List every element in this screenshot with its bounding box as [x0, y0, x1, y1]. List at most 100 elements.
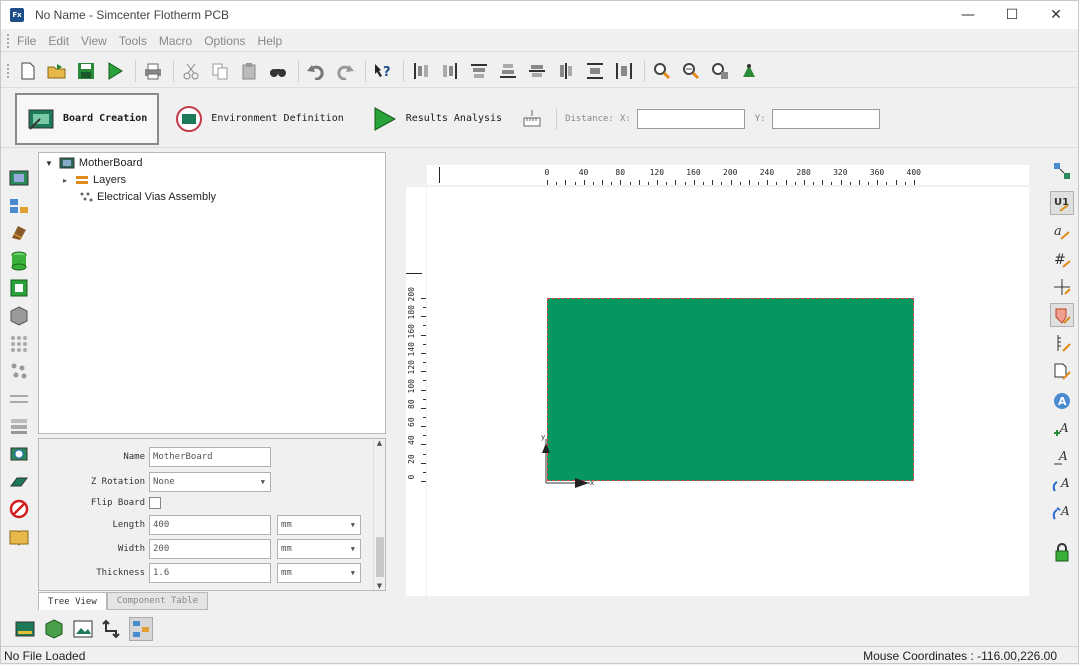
zoom-fit-icon[interactable]	[709, 60, 731, 82]
zoom-out-icon[interactable]	[680, 60, 702, 82]
text-edit-icon[interactable]: a	[1050, 219, 1074, 243]
tab-component-table[interactable]: Component Table	[106, 592, 209, 610]
minimize-button[interactable]: —	[946, 1, 990, 29]
bga-array-icon[interactable]	[8, 333, 30, 355]
menu-tools[interactable]: Tools	[119, 34, 147, 48]
distance-y-input[interactable]	[771, 108, 880, 129]
image-view-icon[interactable]	[71, 617, 95, 641]
lock-icon[interactable]	[1050, 541, 1074, 565]
hierarchy-icon[interactable]	[129, 617, 153, 641]
width-unit-select[interactable]: mm ▼	[277, 539, 361, 559]
fan-board-icon[interactable]	[8, 443, 30, 465]
distance-x-input[interactable]	[636, 108, 745, 129]
run-icon[interactable]	[104, 60, 126, 82]
text-expand-icon[interactable]: A	[1050, 389, 1074, 413]
board-view-icon[interactable]	[13, 617, 37, 641]
center-vertical-icon[interactable]	[526, 60, 548, 82]
menu-file[interactable]: File	[17, 34, 36, 48]
origin-icon[interactable]	[738, 60, 760, 82]
menu-macro[interactable]: Macro	[159, 34, 192, 48]
scroll-up-icon[interactable]: ▲	[374, 439, 385, 447]
new-file-icon[interactable]	[17, 60, 39, 82]
scroll-thumb[interactable]	[376, 537, 384, 577]
length-unit-select[interactable]: mm ▼	[277, 515, 361, 535]
open-folder-icon[interactable]	[46, 60, 68, 82]
find-icon[interactable]	[267, 60, 289, 82]
name-field[interactable]: MotherBoard	[149, 447, 271, 467]
help-icon[interactable]: ?	[372, 60, 394, 82]
distribute-vertical-icon[interactable]	[584, 60, 606, 82]
board-icon[interactable]	[8, 167, 30, 189]
results-analysis-button[interactable]: Results Analysis	[360, 94, 512, 144]
package-icon[interactable]	[8, 305, 30, 327]
align-top-icon[interactable]	[468, 60, 490, 82]
width-field[interactable]: 200	[149, 539, 271, 559]
board-creation-button[interactable]: Board Creation	[15, 92, 160, 145]
ruler-tick-label: 100	[407, 378, 416, 393]
environment-definition-button[interactable]: Environment Definition	[165, 94, 353, 144]
chevron-down-icon: ▼	[350, 569, 355, 577]
copy-icon[interactable]	[209, 60, 231, 82]
collapsed-arrow-icon[interactable]: ▸	[63, 176, 67, 185]
layer-icon[interactable]	[8, 415, 30, 437]
measure-icon[interactable]	[518, 105, 546, 133]
align-left-icon[interactable]	[410, 60, 432, 82]
ruler-tick-label: 80	[615, 168, 626, 177]
rotation-select[interactable]: None ▼	[149, 472, 271, 492]
redo-icon[interactable]	[334, 60, 356, 82]
menu-help[interactable]: Help	[258, 34, 283, 48]
text-rotate-left-icon[interactable]: A	[1050, 473, 1074, 497]
heatsink-icon[interactable]	[8, 222, 30, 244]
properties-scrollbar[interactable]: ▲ ▼	[373, 439, 385, 590]
thermal-source-icon[interactable]	[1050, 303, 1074, 327]
scroll-down-icon[interactable]: ▼	[374, 582, 385, 590]
cut-icon[interactable]	[180, 60, 202, 82]
library-book-icon[interactable]	[8, 526, 30, 548]
pcb-board[interactable]	[547, 298, 914, 481]
tree-node-motherboard[interactable]: ▼ MotherBoard	[45, 155, 143, 171]
distribute-horizontal-icon[interactable]	[613, 60, 635, 82]
maximize-button[interactable]: ☐	[990, 1, 1034, 29]
chip-icon[interactable]	[8, 277, 30, 299]
connector-icon[interactable]	[100, 617, 124, 641]
reference-designator-icon[interactable]: U1	[1050, 191, 1074, 215]
component-3d-icon[interactable]	[42, 617, 66, 641]
outline-edit-icon[interactable]	[1050, 359, 1074, 383]
menu-edit[interactable]: Edit	[48, 34, 69, 48]
text-underline-icon[interactable]: A	[1050, 445, 1074, 469]
ruler-edit-icon[interactable]	[1050, 331, 1074, 355]
paste-icon[interactable]	[238, 60, 260, 82]
trace-icon[interactable]	[8, 388, 30, 410]
zoom-in-icon[interactable]	[651, 60, 673, 82]
thickness-field[interactable]: 1.6	[149, 563, 271, 583]
menu-grip[interactable]	[7, 33, 11, 48]
toolbar-grip[interactable]	[7, 63, 11, 78]
length-field[interactable]: 400	[149, 515, 271, 535]
expanded-arrow-icon[interactable]: ▼	[45, 159, 53, 168]
flip-board-checkbox[interactable]	[149, 497, 161, 509]
close-button[interactable]: ✕	[1034, 1, 1078, 29]
thickness-unit-select[interactable]: mm ▼	[277, 563, 361, 583]
move-icon[interactable]	[1050, 275, 1074, 299]
tab-tree-view[interactable]: Tree View	[38, 592, 107, 610]
grid-number-icon[interactable]: #	[1050, 247, 1074, 271]
text-rotate-right-icon[interactable]: A	[1050, 501, 1074, 525]
component-tree-icon[interactable]	[8, 195, 30, 217]
ruler-tick	[858, 180, 860, 185]
cylinder-icon[interactable]	[8, 250, 30, 272]
text-add-icon[interactable]: A	[1050, 417, 1074, 441]
center-horizontal-icon[interactable]	[555, 60, 577, 82]
menu-options[interactable]: Options	[204, 34, 245, 48]
thermal-pad-icon[interactable]	[8, 471, 30, 493]
align-right-icon[interactable]	[439, 60, 461, 82]
undo-icon[interactable]	[305, 60, 327, 82]
print-icon[interactable]	[142, 60, 164, 82]
select-grid-icon[interactable]	[1050, 159, 1074, 183]
menu-view[interactable]: View	[81, 34, 107, 48]
tree-node-layers[interactable]: ▸ Layers	[63, 172, 126, 188]
align-bottom-icon[interactable]	[497, 60, 519, 82]
no-entry-icon[interactable]	[8, 498, 30, 520]
tree-node-electrical-vias[interactable]: Electrical Vias Assembly	[79, 189, 216, 205]
save-icon[interactable]	[75, 60, 97, 82]
vias-icon[interactable]	[8, 360, 30, 382]
